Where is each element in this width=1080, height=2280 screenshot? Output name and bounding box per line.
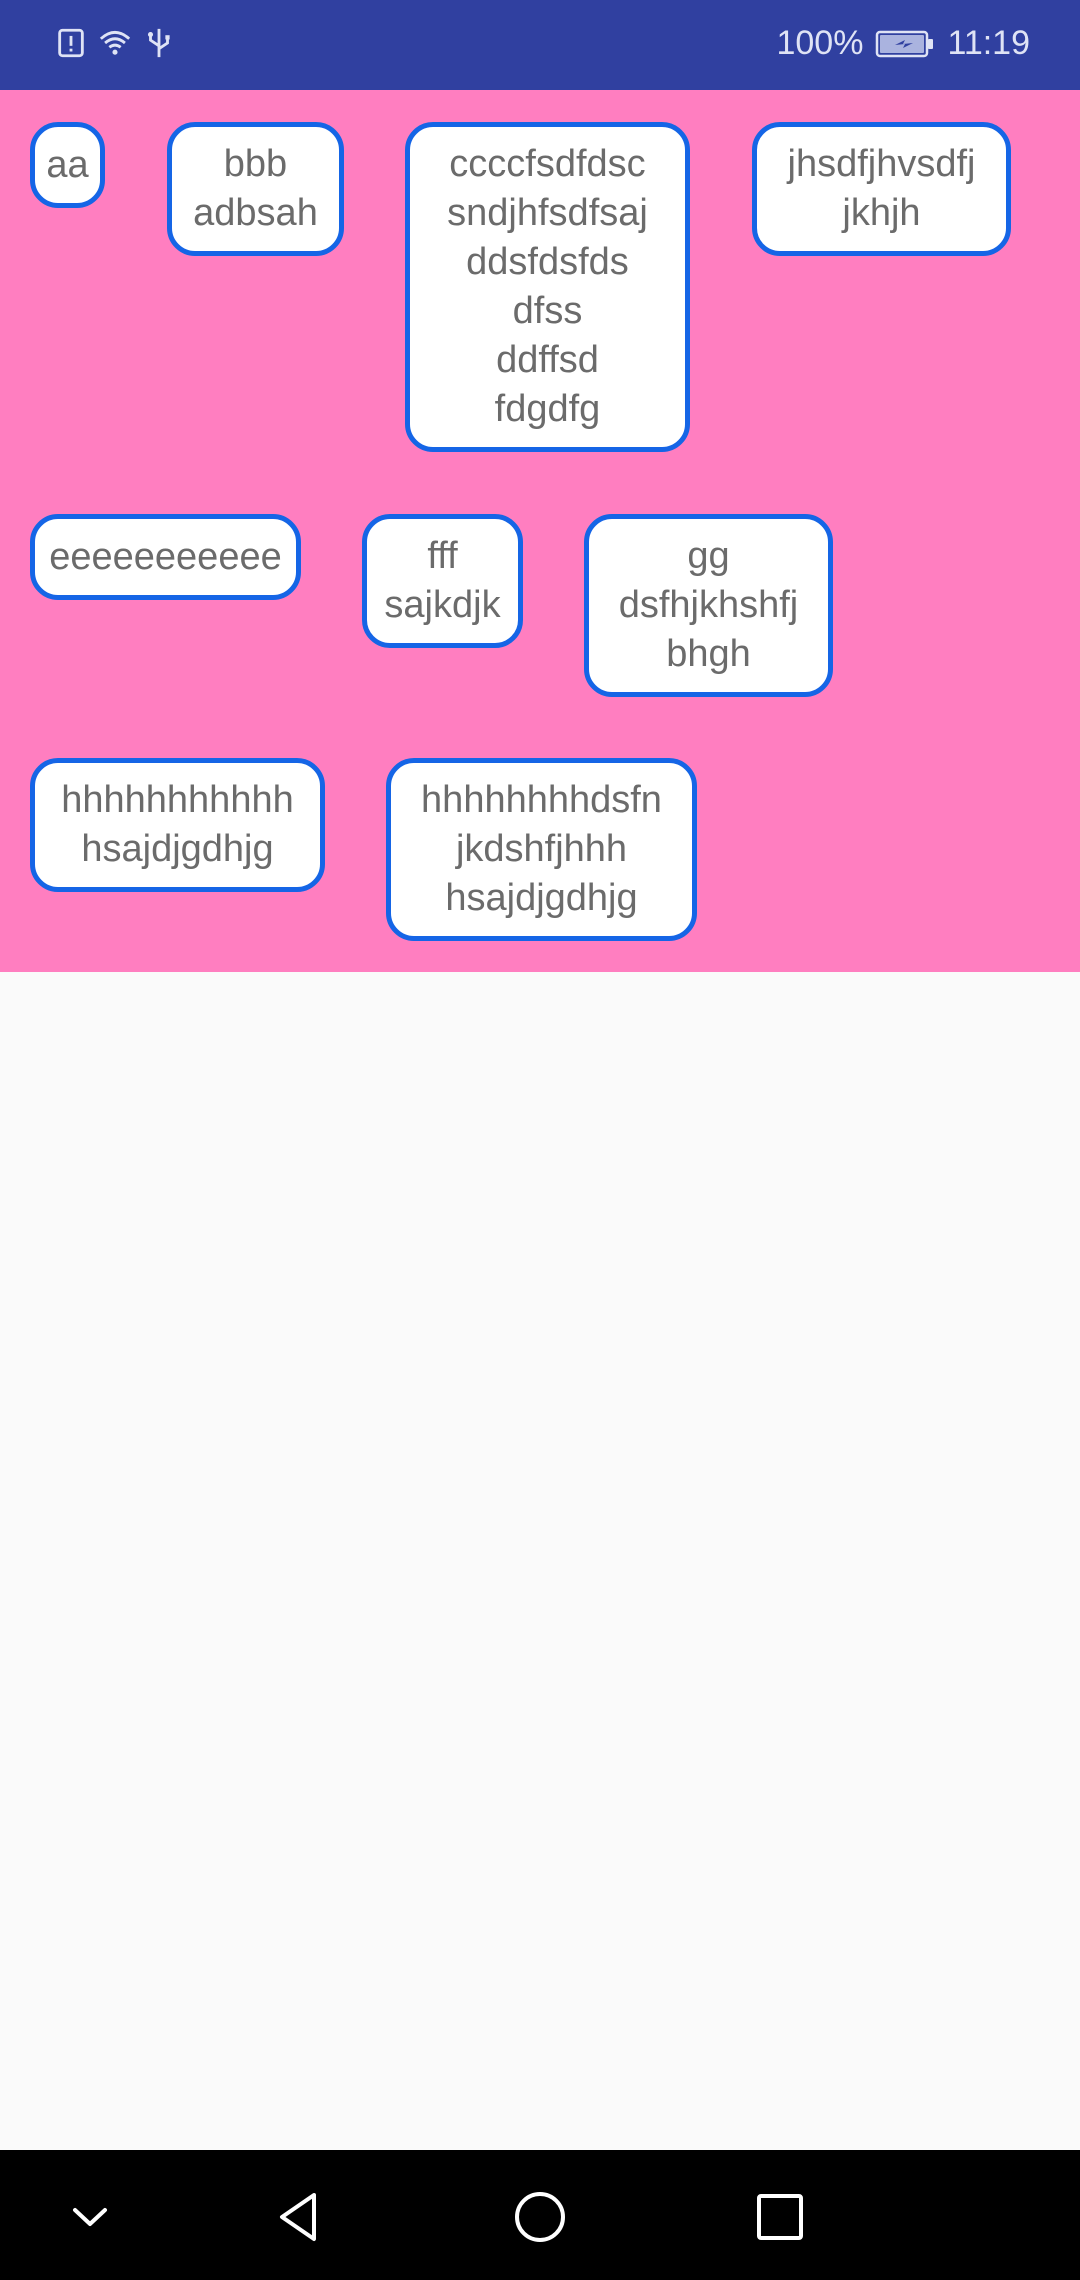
status-icons-right: 100% 11:19 bbox=[776, 24, 1030, 63]
wifi-icon bbox=[99, 30, 131, 55]
clock: 11:19 bbox=[947, 24, 1030, 62]
alert-icon bbox=[58, 28, 84, 58]
status-bar: 100% 11:19 bbox=[0, 0, 1080, 90]
tag-flow-layout: aa bbb adbsah ccccfsdfdsc sndjhfsdfsaj d… bbox=[0, 90, 1080, 972]
battery-icon bbox=[876, 30, 934, 57]
tag-item[interactable]: jhsdfjhvsdfj jkhjh bbox=[752, 122, 1011, 256]
status-icons-left bbox=[54, 26, 176, 60]
battery-percent: 100% bbox=[776, 24, 864, 62]
recents-icon[interactable] bbox=[748, 2185, 812, 2249]
tag-item[interactable]: fff sajkdjk bbox=[362, 514, 523, 648]
tag-item[interactable]: ccccfsdfdsc sndjhfsdfsaj ddsfdsfds dfss … bbox=[405, 122, 690, 452]
chevron-down-icon[interactable] bbox=[58, 2185, 122, 2249]
tag-item[interactable]: bbb adbsah bbox=[167, 122, 344, 256]
navigation-bar bbox=[0, 2150, 1080, 2280]
tag-item[interactable]: hhhhhhhhdsfn jkdshfjhhh hsajdjgdhjg bbox=[386, 758, 697, 941]
tag-item[interactable]: hhhhhhhhhhh hsajdjgdhjg bbox=[30, 758, 325, 892]
usb-icon bbox=[147, 28, 170, 58]
back-icon[interactable] bbox=[268, 2185, 332, 2249]
tag-item[interactable]: eeeeeeeeeee bbox=[30, 514, 301, 600]
tag-item[interactable]: gg dsfhjkhshfj bhgh bbox=[584, 514, 833, 697]
tag-item[interactable]: aa bbox=[30, 122, 105, 208]
home-icon[interactable] bbox=[508, 2185, 572, 2249]
